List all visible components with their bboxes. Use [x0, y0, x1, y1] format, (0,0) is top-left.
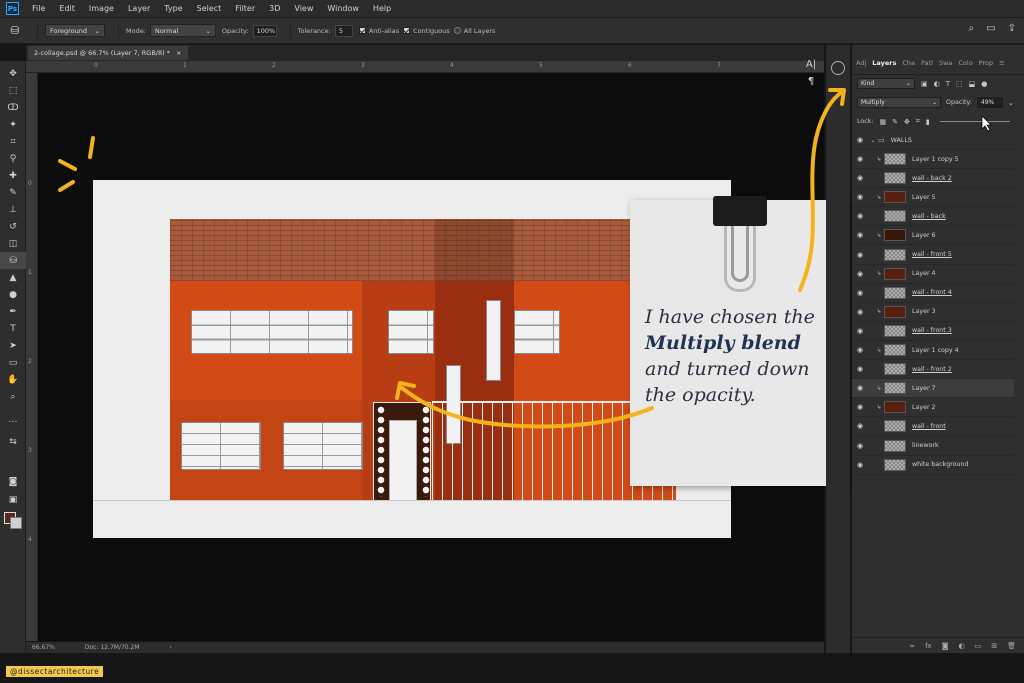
photoshop-window: Ps File Edit Image Layer Type Select Fil…: [0, 0, 1024, 683]
arrow-to-wall: [400, 386, 654, 429]
sparkle-mark: [58, 180, 75, 192]
mouse-cursor-icon: [981, 115, 992, 132]
arrow-to-opacity: [798, 90, 844, 292]
annotation-overlay: [58, 88, 992, 429]
sparkle-mark: [88, 136, 95, 159]
sparkle-marks: [58, 136, 95, 192]
sparkle-mark: [58, 159, 77, 171]
watermark: @dissectarchitecture: [6, 666, 104, 677]
